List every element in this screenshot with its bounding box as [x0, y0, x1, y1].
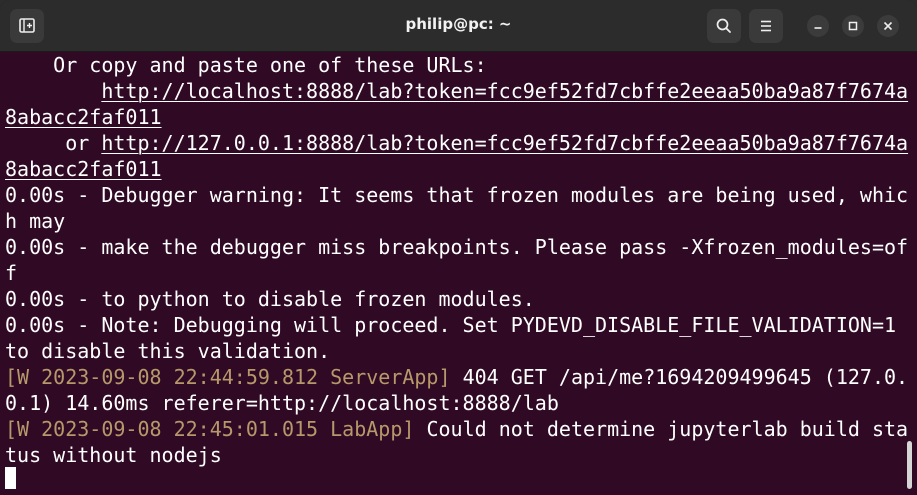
close-icon	[883, 21, 893, 31]
url-link[interactable]: http://localhost:8888/lab?token=fcc9ef52…	[101, 79, 908, 103]
url-link[interactable]: 8abacc2faf011	[5, 105, 162, 129]
terminal-output[interactable]: Or copy and paste one of these URLs: htt…	[0, 52, 917, 495]
hamburger-menu-icon	[761, 20, 771, 32]
line-text: 0.00s - Debugger warning: It seems that …	[5, 183, 909, 207]
line-text: 0.1) 14.60ms referer=http://localhost:88…	[5, 391, 559, 415]
search-icon	[716, 18, 731, 33]
scrollbar[interactable]	[907, 441, 912, 489]
terminal-line: [W 2023-09-08 22:45:01.015 LabApp] Could…	[5, 416, 908, 442]
terminal-line: [W 2023-09-08 22:44:59.812 ServerApp] 40…	[5, 364, 908, 390]
terminal-line: 0.00s - Note: Debugging will proceed. Se…	[5, 312, 908, 338]
line-text: 0.00s - Note: Debugging will proceed. Se…	[5, 313, 897, 337]
line-text: to disable this validation.	[5, 339, 331, 363]
url-link[interactable]: http://127.0.0.1:8888/lab?token=fcc9ef52…	[101, 131, 908, 155]
url-link[interactable]: 8abacc2faf011	[5, 157, 162, 181]
line-text: Could not determine jupyterlab build sta	[414, 417, 909, 441]
line-text: tus without nodejs	[5, 443, 222, 467]
terminal-window: philip@pc: ~ Or copy and paste one of th…	[0, 0, 917, 495]
terminal-line: Or copy and paste one of these URLs:	[5, 52, 908, 78]
terminal-line: to disable this validation.	[5, 338, 908, 364]
line-text: 0.00s - make the debugger miss breakpoin…	[5, 235, 909, 259]
minimize-icon	[814, 27, 822, 29]
terminal-line: h may	[5, 208, 908, 234]
terminal-line: 8abacc2faf011	[5, 104, 908, 130]
terminal-line: 0.00s - to python to disable frozen modu…	[5, 286, 908, 312]
terminal-line: http://localhost:8888/lab?token=fcc9ef52…	[5, 78, 908, 104]
line-text: f	[5, 261, 18, 285]
terminal-line: 0.1) 14.60ms referer=http://localhost:88…	[5, 390, 908, 416]
search-button[interactable]	[707, 9, 741, 43]
terminal-line: tus without nodejs	[5, 442, 908, 468]
title-bar[interactable]: philip@pc: ~	[0, 0, 917, 52]
line-text	[5, 79, 101, 103]
terminal-line: or http://127.0.0.1:8888/lab?token=fcc9e…	[5, 130, 908, 156]
line-text: 404 GET /api/me?1694209499645 (127.0.	[450, 365, 909, 389]
terminal-line: f	[5, 260, 908, 286]
line-text: Or copy and paste one of these URLs:	[5, 53, 487, 77]
terminal-line: 0.00s - Debugger warning: It seems that …	[5, 182, 908, 208]
terminal-line: 8abacc2faf011	[5, 156, 908, 182]
terminal-line: 0.00s - make the debugger miss breakpoin…	[5, 234, 908, 260]
terminal-text: Or copy and paste one of these URLs: htt…	[5, 52, 908, 468]
menu-button[interactable]	[749, 9, 783, 43]
line-text: h may	[5, 209, 66, 233]
maximize-button[interactable]	[842, 15, 864, 37]
log-prefix: [W 2023-09-08 22:45:01.015 LabApp]	[5, 417, 415, 441]
text-cursor	[5, 467, 16, 489]
maximize-icon	[848, 21, 858, 31]
line-text: or	[5, 131, 102, 155]
minimize-button[interactable]	[807, 15, 829, 37]
close-button[interactable]	[877, 15, 899, 37]
log-prefix: [W 2023-09-08 22:44:59.812 ServerApp]	[5, 365, 451, 389]
line-text: 0.00s - to python to disable frozen modu…	[5, 287, 535, 311]
